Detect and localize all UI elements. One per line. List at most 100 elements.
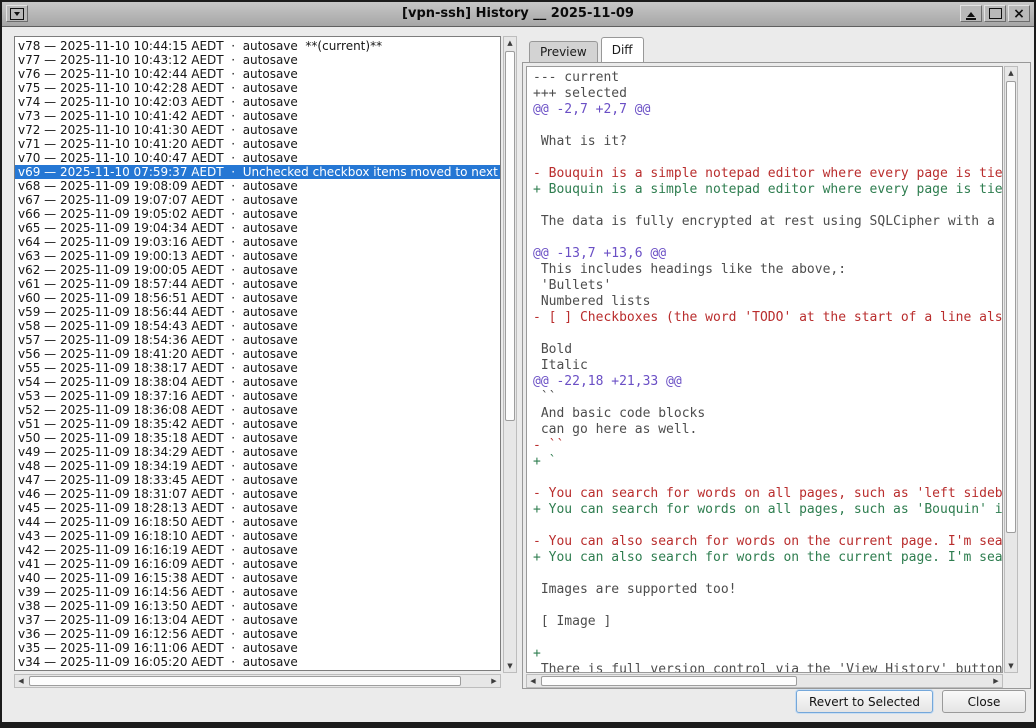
diff-line: can go here as well. [533,422,1002,438]
diff-line: - Bouquin is a simple notepad editor whe… [533,166,1002,182]
scrollbar-thumb[interactable] [541,676,797,686]
history-panel: v78 — 2025-11-10 10:44:15 AEDT · autosav… [14,36,517,688]
diff-horizontal-scrollbar[interactable]: ◀ ▶ [526,674,1003,688]
diff-line [533,230,1002,246]
list-item[interactable]: v53 — 2025-11-09 18:37:16 AEDT · autosav… [15,389,500,403]
diff-line: - You can search for words on all pages,… [533,486,1002,502]
diff-line: + Bouquin is a simple notepad editor whe… [533,182,1002,198]
list-item[interactable]: v74 — 2025-11-10 10:42:03 AEDT · autosav… [15,95,500,109]
list-item[interactable]: v73 — 2025-11-10 10:41:42 AEDT · autosav… [15,109,500,123]
list-item[interactable]: v60 — 2025-11-09 18:56:51 AEDT · autosav… [15,291,500,305]
diff-line: - You can also search for words on the c… [533,534,1002,550]
revert-to-selected-button[interactable]: Revert to Selected [796,690,933,713]
list-item[interactable]: v48 — 2025-11-09 18:34:19 AEDT · autosav… [15,459,500,473]
list-item[interactable]: v42 — 2025-11-09 16:16:19 AEDT · autosav… [15,543,500,557]
diff-line: @@ -22,18 +21,33 @@ [533,374,1002,390]
list-item[interactable]: v77 — 2025-11-10 10:43:12 AEDT · autosav… [15,53,500,67]
diff-line: This includes headings like the above,: [533,262,1002,278]
diff-line: [ Image ] [533,614,1002,630]
diff-line [533,198,1002,214]
list-item[interactable]: v71 — 2025-11-10 10:41:20 AEDT · autosav… [15,137,500,151]
list-item[interactable]: v57 — 2025-11-09 18:54:36 AEDT · autosav… [15,333,500,347]
diff-line [533,598,1002,614]
list-item[interactable]: v66 — 2025-11-09 19:05:02 AEDT · autosav… [15,207,500,221]
diff-line: Images are supported too! [533,582,1002,598]
list-item[interactable]: v52 — 2025-11-09 18:36:08 AEDT · autosav… [15,403,500,417]
list-item[interactable]: v65 — 2025-11-09 19:04:34 AEDT · autosav… [15,221,500,235]
list-item[interactable]: v59 — 2025-11-09 18:56:44 AEDT · autosav… [15,305,500,319]
scroll-right-icon[interactable]: ▶ [488,675,500,687]
list-item[interactable]: v61 — 2025-11-09 18:57:44 AEDT · autosav… [15,277,500,291]
list-item[interactable]: v49 — 2025-11-09 18:34:29 AEDT · autosav… [15,445,500,459]
scrollbar-thumb[interactable] [1006,81,1016,533]
diff-line [533,150,1002,166]
scroll-down-icon[interactable]: ▼ [504,660,516,672]
list-item[interactable]: v47 — 2025-11-09 18:33:45 AEDT · autosav… [15,473,500,487]
maximize-icon [989,8,1002,19]
shade-icon [966,8,976,20]
scroll-left-icon[interactable]: ◀ [15,675,27,687]
list-item[interactable]: v63 — 2025-11-09 19:00:13 AEDT · autosav… [15,249,500,263]
list-item[interactable]: v34 — 2025-11-09 16:05:20 AEDT · autosav… [15,655,500,669]
list-item[interactable]: v39 — 2025-11-09 16:14:56 AEDT · autosav… [15,585,500,599]
list-item[interactable]: v50 — 2025-11-09 18:35:18 AEDT · autosav… [15,431,500,445]
list-item[interactable]: v33 — 2025-11-09 16:05:01 AEDT · autosav… [15,669,500,671]
tab-diff[interactable]: Diff [601,37,644,62]
history-list[interactable]: v78 — 2025-11-10 10:44:15 AEDT · autosav… [14,36,501,671]
list-item[interactable]: v58 — 2025-11-09 18:54:43 AEDT · autosav… [15,319,500,333]
list-item[interactable]: v78 — 2025-11-10 10:44:15 AEDT · autosav… [15,39,500,53]
scroll-left-icon[interactable]: ◀ [527,675,539,687]
scroll-right-icon[interactable]: ▶ [990,675,1002,687]
diff-line: Numbered lists [533,294,1002,310]
diff-line: - [ ] Checkboxes (the word 'TODO' at the… [533,310,1002,326]
list-item[interactable]: v37 — 2025-11-09 16:13:04 AEDT · autosav… [15,613,500,627]
list-item[interactable]: v70 — 2025-11-10 10:40:47 AEDT · autosav… [15,151,500,165]
list-item[interactable]: v54 — 2025-11-09 18:38:04 AEDT · autosav… [15,375,500,389]
notebook-body: --- current+++ selected@@ -2,7 +2,7 @@ W… [522,62,1031,689]
list-item[interactable]: v51 — 2025-11-09 18:35:42 AEDT · autosav… [15,417,500,431]
diff-line: + ` [533,454,1002,470]
diff-line: + You can also search for words on the c… [533,550,1002,566]
diff-line [533,118,1002,134]
scroll-down-icon[interactable]: ▼ [1005,660,1017,672]
titlebar[interactable]: [vpn-ssh] History __ 2025-11-09 × [2,2,1034,27]
list-item[interactable]: v41 — 2025-11-09 16:16:09 AEDT · autosav… [15,557,500,571]
diff-line [533,326,1002,342]
history-list-vertical-scrollbar[interactable]: ▲ ▼ [503,36,517,673]
diff-line: - `` [533,438,1002,454]
diff-line: @@ -2,7 +2,7 @@ [533,102,1002,118]
list-item[interactable]: v43 — 2025-11-09 16:18:10 AEDT · autosav… [15,529,500,543]
scrollbar-thumb[interactable] [505,51,515,421]
list-item[interactable]: v68 — 2025-11-09 19:08:09 AEDT · autosav… [15,179,500,193]
list-item[interactable]: v36 — 2025-11-09 16:12:56 AEDT · autosav… [15,627,500,641]
scrollbar-thumb[interactable] [29,676,461,686]
diff-vertical-scrollbar[interactable]: ▲ ▼ [1004,66,1018,673]
list-item[interactable]: v45 — 2025-11-09 18:28:13 AEDT · autosav… [15,501,500,515]
window-close-button[interactable]: × [1008,5,1030,22]
diff-line: And basic code blocks [533,406,1002,422]
list-item[interactable]: v69 — 2025-11-10 07:59:37 AEDT · Uncheck… [15,165,500,179]
shade-button[interactable] [960,5,982,22]
diff-content[interactable]: --- current+++ selected@@ -2,7 +2,7 @@ W… [526,66,1003,673]
list-item[interactable]: v55 — 2025-11-09 18:38:17 AEDT · autosav… [15,361,500,375]
list-item[interactable]: v67 — 2025-11-09 19:07:07 AEDT · autosav… [15,193,500,207]
list-item[interactable]: v75 — 2025-11-10 10:42:28 AEDT · autosav… [15,81,500,95]
history-list-horizontal-scrollbar[interactable]: ◀ ▶ [14,674,501,688]
list-item[interactable]: v44 — 2025-11-09 16:18:50 AEDT · autosav… [15,515,500,529]
list-item[interactable]: v38 — 2025-11-09 16:13:50 AEDT · autosav… [15,599,500,613]
list-item[interactable]: v76 — 2025-11-10 10:42:44 AEDT · autosav… [15,67,500,81]
scroll-up-icon[interactable]: ▲ [504,37,516,49]
list-item[interactable]: v62 — 2025-11-09 19:00:05 AEDT · autosav… [15,263,500,277]
close-icon: × [1013,7,1025,21]
window-menu-button[interactable] [6,5,28,22]
list-item[interactable]: v35 — 2025-11-09 16:11:06 AEDT · autosav… [15,641,500,655]
list-item[interactable]: v64 — 2025-11-09 19:03:16 AEDT · autosav… [15,235,500,249]
list-item[interactable]: v40 — 2025-11-09 16:15:38 AEDT · autosav… [15,571,500,585]
list-item[interactable]: v72 — 2025-11-10 10:41:30 AEDT · autosav… [15,123,500,137]
list-item[interactable]: v46 — 2025-11-09 18:31:07 AEDT · autosav… [15,487,500,501]
maximize-button[interactable] [984,5,1006,22]
list-item[interactable]: v56 — 2025-11-09 18:41:20 AEDT · autosav… [15,347,500,361]
tab-preview[interactable]: Preview [529,41,598,62]
close-button[interactable]: Close [942,690,1026,713]
scroll-up-icon[interactable]: ▲ [1005,67,1017,79]
